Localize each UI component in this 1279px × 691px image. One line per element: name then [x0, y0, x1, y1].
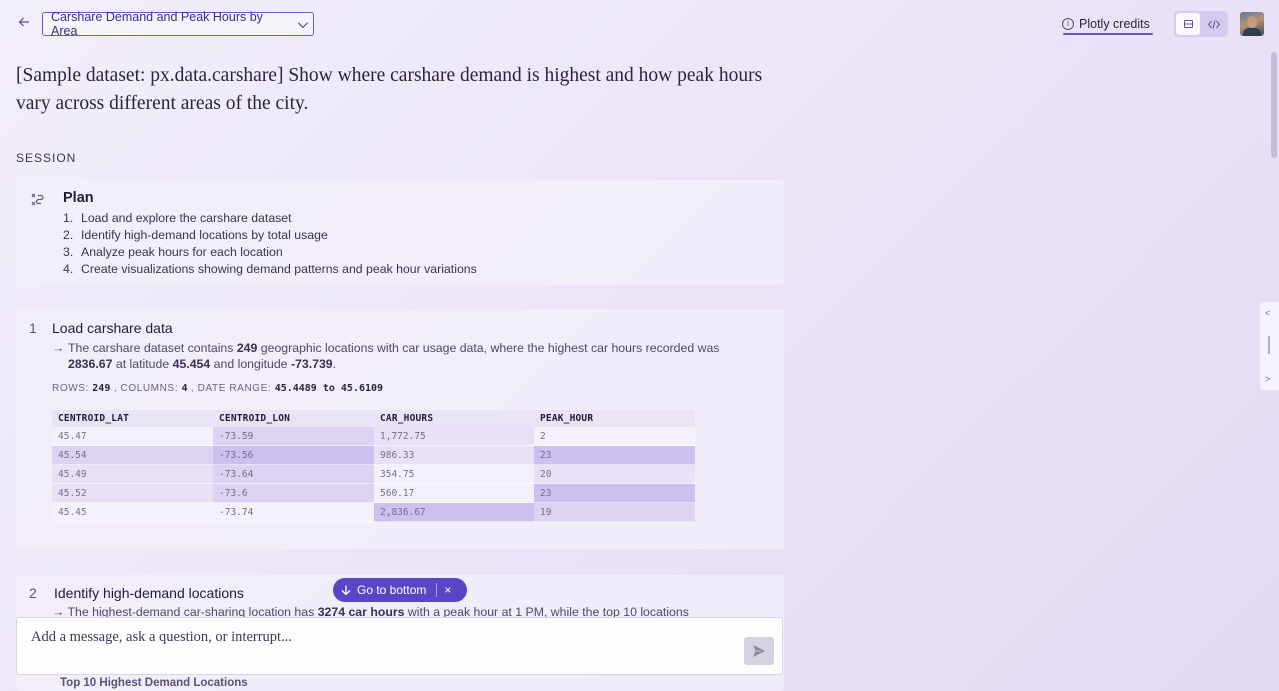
- plan-item: 1. Load and explore the carshare dataset: [63, 211, 292, 225]
- go-to-bottom-button[interactable]: Go to bottom: [357, 583, 426, 597]
- top-bar: Carshare Demand and Peak Hours by Area i…: [0, 0, 1279, 52]
- arrow-down-icon: [341, 585, 351, 595]
- table-cell: 1,772.75: [374, 427, 534, 446]
- table-cell: 45.49: [52, 464, 213, 484]
- back-button[interactable]: [14, 14, 34, 34]
- column-header[interactable]: CENTROID_LAT: [52, 410, 213, 427]
- table-cell: -73.74: [213, 502, 374, 522]
- analysis-title: Carshare Demand and Peak Hours by Area: [51, 10, 263, 38]
- table-cell: -73.56: [213, 445, 374, 465]
- step-1-card: 1 Load carshare data → The carshare data…: [16, 309, 784, 549]
- view-toggle: [1174, 11, 1228, 37]
- table-cell: 45.47: [52, 427, 213, 446]
- table-cell: 2,836.67: [374, 502, 534, 522]
- resize-handle[interactable]: [1268, 336, 1270, 354]
- step-number: 2: [29, 585, 37, 601]
- send-icon: [753, 645, 765, 657]
- table-cell: 19: [534, 502, 695, 522]
- go-to-bottom-pill: Go to bottom ×: [333, 578, 467, 602]
- table-cell: 45.45: [52, 502, 213, 522]
- scrollbar-thumb[interactable]: [1271, 52, 1277, 158]
- column-header[interactable]: CENTROID_LON: [213, 410, 374, 427]
- table-cell: -73.6: [213, 483, 374, 503]
- plan-icon: [30, 192, 46, 208]
- list-view-icon: [1183, 20, 1193, 28]
- step-summary: → The carshare dataset contains 249 geog…: [52, 341, 720, 371]
- avatar-face: [1247, 16, 1257, 28]
- data-preview-table: CENTROID_LAT CENTROID_LON CAR_HOURS PEAK…: [52, 410, 695, 522]
- plan-item: 2. Identify high-demand locations by tota…: [63, 228, 328, 242]
- list-view-button[interactable]: [1176, 13, 1200, 35]
- table-body: 45.47 -73.59 1,772.75 2 45.54 -73.56 986.33 23 4…: [52, 427, 695, 522]
- code-view-button[interactable]: [1202, 13, 1226, 35]
- step-title: Load carshare data: [52, 320, 173, 336]
- chevron-down-icon: [297, 17, 308, 28]
- step-number: 1: [29, 320, 37, 336]
- table-cell: -73.64: [213, 464, 374, 484]
- table-cell: 20: [534, 464, 695, 484]
- plan-list: 1. Load and explore the carshare dataset …: [63, 210, 477, 278]
- send-button[interactable]: [744, 637, 774, 665]
- plan-item: 3. Analyze peak hours for each location: [63, 245, 283, 259]
- table-row: 45.45 -73.74 2,836.67 19: [52, 502, 695, 522]
- table-row: 45.49 -73.64 354.75 20: [52, 464, 695, 484]
- close-icon[interactable]: ×: [444, 583, 451, 597]
- column-header[interactable]: CAR_HOURS: [374, 410, 534, 427]
- chevron-right-icon[interactable]: >: [1265, 374, 1270, 384]
- step-title: Identify high-demand locations: [54, 585, 244, 601]
- table-cell: 354.75: [374, 464, 534, 484]
- table-row: 45.52 -73.6 560.17 23: [52, 483, 695, 503]
- info-icon: i: [1062, 18, 1074, 30]
- plan-card: Plan 1. Load and explore the carshare dat…: [16, 180, 784, 285]
- dataset-meta: ROWS: 249 , COLUMNS: 4 , DATE RANGE: 45.…: [52, 383, 384, 394]
- chart-caption: Top 10 Highest Demand Locations: [60, 677, 248, 689]
- chevron-left-icon[interactable]: <: [1265, 308, 1270, 318]
- table-row: 45.47 -73.59 1,772.75 2: [52, 427, 695, 446]
- message-composer: [16, 617, 783, 675]
- side-panel-tab: < >: [1260, 302, 1279, 390]
- table-cell: -73.59: [213, 427, 374, 446]
- avatar[interactable]: [1240, 12, 1264, 36]
- table-cell: 986.33: [374, 445, 534, 465]
- plan-item: 4. Create visualizations showing demand p…: [63, 262, 477, 276]
- table-cell: 23: [534, 445, 695, 465]
- table-row: 45.54 -73.56 986.33 23: [52, 445, 695, 465]
- table-cell: 45.54: [52, 445, 213, 465]
- message-input[interactable]: [29, 628, 733, 647]
- credits-underline: [1063, 33, 1153, 35]
- arrow-right-icon: →: [52, 341, 65, 355]
- code-view-icon: [1208, 19, 1220, 29]
- table-cell: 2: [534, 427, 695, 446]
- arrow-left-icon: [18, 17, 29, 27]
- avatar-shirt: [1243, 28, 1261, 36]
- table-cell: 45.52: [52, 483, 213, 503]
- analysis-title-select[interactable]: Carshare Demand and Peak Hours by Area: [42, 10, 314, 38]
- plan-title: Plan: [63, 190, 94, 206]
- column-header[interactable]: PEAK_HOUR: [534, 410, 695, 427]
- credits-label: Plotly credits: [1079, 17, 1150, 31]
- table-cell: 23: [534, 483, 695, 503]
- divider: [436, 583, 438, 597]
- user-prompt: [Sample dataset: px.data.carshare] Show …: [16, 65, 763, 114]
- table-header-row: CENTROID_LAT CENTROID_LON CAR_HOURS PEAK…: [52, 410, 695, 427]
- session-label: SESSION: [16, 151, 77, 165]
- table-cell: 560.17: [374, 483, 534, 503]
